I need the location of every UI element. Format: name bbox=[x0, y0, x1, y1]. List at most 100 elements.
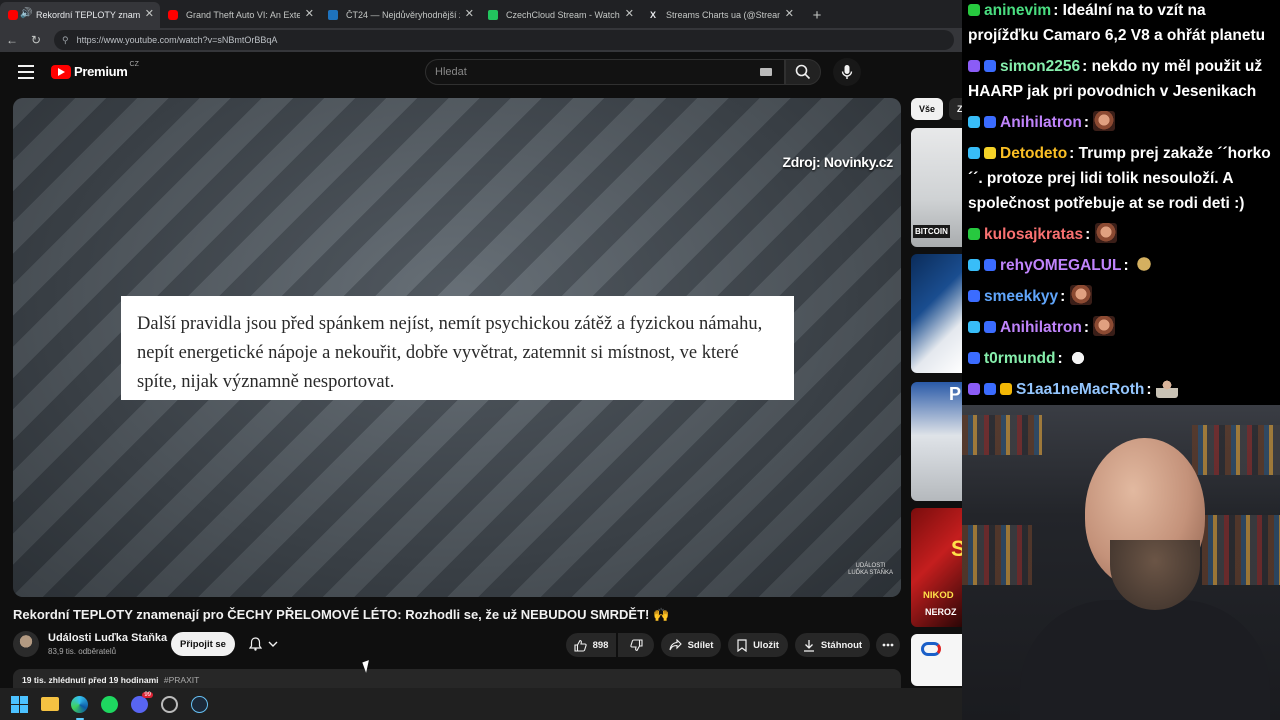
chat-username[interactable]: aninevim bbox=[984, 2, 1051, 19]
close-icon[interactable]: ✕ bbox=[465, 9, 474, 20]
taskbar-spotify[interactable] bbox=[100, 695, 119, 714]
search-button[interactable] bbox=[785, 59, 821, 85]
hashtag-link[interactable]: #PRAXIT bbox=[164, 675, 199, 685]
streamer-body bbox=[1020, 600, 1270, 720]
chat-message: rehyOMEGALUL: bbox=[968, 250, 1274, 281]
youtube-header: Premium CZ Hledat bbox=[0, 52, 962, 94]
url-field[interactable]: ⚲ https://www.youtube.com/watch?v=sNBmtO… bbox=[54, 30, 954, 50]
start-button[interactable] bbox=[10, 695, 29, 714]
chat-username[interactable]: Anihilatron bbox=[1000, 114, 1082, 131]
notification-bell-button[interactable] bbox=[240, 632, 286, 656]
taskbar-chrome[interactable] bbox=[160, 695, 179, 714]
chat-username[interactable]: Detodeto bbox=[1000, 145, 1067, 162]
more-actions-button[interactable] bbox=[876, 633, 900, 657]
bookshelf bbox=[1202, 515, 1280, 585]
video-source-label: Zdroj: Novinky.cz bbox=[782, 154, 893, 170]
reload-icon[interactable]: ↻ bbox=[24, 28, 48, 52]
close-icon[interactable]: ✕ bbox=[785, 9, 794, 20]
chat-username[interactable]: rehyOMEGALUL bbox=[1000, 257, 1121, 274]
views-and-time: 19 tis. zhlédnutí před 19 hodinami bbox=[22, 675, 159, 685]
search-input[interactable]: Hledat bbox=[425, 59, 785, 85]
blue-badge-icon bbox=[968, 290, 980, 302]
recommended-thumbnail-4[interactable]: S NIKOD NEROZ bbox=[911, 508, 962, 627]
microphone-icon bbox=[841, 65, 853, 79]
chat-username[interactable]: Anihilatron bbox=[1000, 319, 1082, 336]
browser-tab-4[interactable]: CzechCloud Stream - Watch Live o ✕ bbox=[480, 2, 640, 28]
download-button[interactable]: Stáhnout bbox=[795, 633, 870, 657]
voice-search-button[interactable] bbox=[833, 58, 861, 86]
ct24-icon bbox=[328, 10, 338, 20]
chat-message: aninevim: Ideální na to vzít na projížďk… bbox=[968, 0, 1274, 51]
bear-emote-icon bbox=[1132, 254, 1155, 274]
chat-separator: : bbox=[1123, 257, 1133, 274]
taskbar-explorer[interactable] bbox=[40, 695, 59, 714]
back-arrow-icon[interactable]: ← bbox=[0, 28, 24, 52]
youtube-logo[interactable]: Premium CZ bbox=[51, 61, 139, 79]
new-tab-button[interactable]: + bbox=[806, 2, 828, 28]
video-title: Rekordní TEPLOTY znamenají pro ČECHY PŘE… bbox=[13, 607, 670, 622]
tab-label: Streams Charts ua (@StreamsChar bbox=[666, 10, 780, 20]
bookshelf bbox=[962, 415, 1042, 455]
browser-tab-2[interactable]: Grand Theft Auto VI: An Extended ✕ bbox=[160, 2, 320, 28]
recommended-thumbnail-2[interactable] bbox=[911, 254, 962, 373]
chat-username[interactable]: S1aa1neMacRoth bbox=[1016, 381, 1144, 398]
chat-username[interactable]: simon2256 bbox=[1000, 58, 1080, 75]
man-emote-icon bbox=[1155, 378, 1178, 398]
blue-badge-icon bbox=[968, 352, 980, 364]
recommended-thumbnail-1[interactable]: BITCOIN bbox=[911, 128, 962, 247]
share-button[interactable]: Sdílet bbox=[661, 633, 721, 657]
youtube-play-icon bbox=[51, 64, 71, 79]
browser-tab-5[interactable]: X Streams Charts ua (@StreamsChar ✕ bbox=[640, 2, 800, 28]
chat-separator: : bbox=[1060, 288, 1070, 305]
chrome-icon bbox=[161, 695, 178, 713]
channel-avatar[interactable] bbox=[13, 631, 39, 657]
chat-username[interactable]: kulosajkratas bbox=[984, 226, 1083, 243]
download-icon bbox=[803, 639, 814, 652]
chat-username[interactable]: smeekkyy bbox=[984, 288, 1058, 305]
face-emote-icon bbox=[1093, 111, 1116, 131]
video-player[interactable]: Zdroj: Novinky.cz Další pravidla jsou př… bbox=[13, 98, 901, 597]
like-button[interactable]: 898 bbox=[566, 633, 616, 657]
taskbar-discord[interactable]: 99 bbox=[130, 691, 153, 714]
gold-badge-icon bbox=[1000, 383, 1012, 395]
chat-separator: : bbox=[1082, 58, 1092, 75]
browser-tab-1[interactable]: 🔊 Rekordní TEPLOTY znamenají ✕ bbox=[0, 2, 160, 28]
close-icon[interactable]: ✕ bbox=[625, 9, 634, 20]
chat-separator: : bbox=[1053, 2, 1063, 19]
browser-tab-3[interactable]: ČT24 — Nejdůvěryhodnější zprav ✕ bbox=[320, 2, 480, 28]
channel-name[interactable]: Události Luďka Staňka bbox=[48, 632, 167, 644]
like-count: 898 bbox=[592, 639, 609, 651]
recommended-thumbnail-3[interactable]: P bbox=[911, 382, 962, 501]
description-box[interactable]: 19 tis. zhlédnutí před 19 hodinami #PRAX… bbox=[13, 669, 901, 689]
tab-label: Rekordní TEPLOTY znamenají bbox=[36, 10, 140, 20]
url-text: https://www.youtube.com/watch?v=sNBmtOrB… bbox=[76, 35, 278, 45]
blue-badge-icon bbox=[984, 383, 996, 395]
menu-icon[interactable] bbox=[18, 65, 34, 79]
blue-badge-icon bbox=[984, 60, 996, 72]
close-icon[interactable]: ✕ bbox=[145, 9, 154, 20]
chat-username[interactable]: t0rmundd bbox=[984, 350, 1055, 367]
chat-message: kulosajkratas: bbox=[968, 219, 1274, 250]
chip-all[interactable]: Vše bbox=[911, 98, 943, 120]
close-icon[interactable]: ✕ bbox=[305, 9, 314, 20]
tab-label: ČT24 — Nejdůvěryhodnější zprav bbox=[346, 10, 460, 20]
taskbar-steam[interactable] bbox=[190, 695, 209, 714]
bookshelf bbox=[1192, 425, 1280, 475]
bookshelf bbox=[962, 525, 1032, 585]
save-button[interactable]: Uložit bbox=[728, 633, 788, 657]
save-label: Uložit bbox=[753, 639, 779, 651]
recommended-thumbnail-5[interactable] bbox=[911, 634, 962, 686]
dislike-button[interactable] bbox=[618, 633, 654, 657]
spotify-icon bbox=[101, 695, 118, 713]
join-button[interactable]: Připojit se bbox=[171, 632, 235, 656]
keyboard-icon[interactable] bbox=[760, 68, 772, 76]
watermark-line-2: LUĎKA STAŇKA bbox=[848, 570, 893, 576]
site-info-icon[interactable]: ⚲ bbox=[62, 35, 69, 46]
speaker-icon[interactable]: 🔊 bbox=[20, 8, 32, 19]
blue-badge-icon bbox=[984, 321, 996, 333]
address-bar-row: ← ↻ ⚲ https://www.youtube.com/watch?v=sN… bbox=[0, 28, 962, 52]
purple-badge-icon bbox=[968, 60, 980, 72]
share-icon bbox=[669, 639, 682, 651]
taskbar-edge[interactable] bbox=[70, 695, 89, 720]
share-label: Sdílet bbox=[687, 639, 714, 651]
